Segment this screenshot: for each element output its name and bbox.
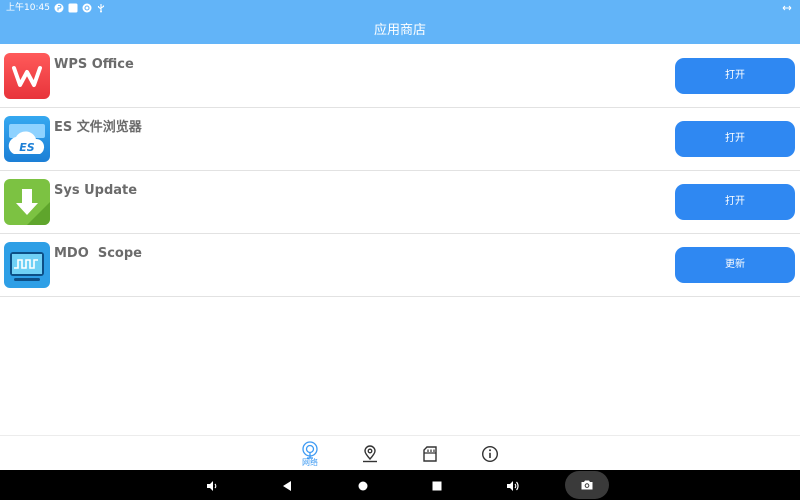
usb-icon <box>96 3 106 13</box>
app-bar: 应用商店 <box>0 16 800 44</box>
status-icons <box>54 3 106 13</box>
nav-item-location[interactable] <box>350 436 390 471</box>
circle-icon <box>82 3 92 13</box>
app-name: MDO Scope <box>54 246 142 261</box>
bottom-nav: 网络 <box>0 435 800 470</box>
expand-arrows-icon <box>782 3 792 13</box>
nav-label-network: 网络 <box>302 458 318 467</box>
mdo-scope-icon <box>4 242 50 288</box>
p-icon <box>54 3 64 13</box>
home-icon[interactable] <box>356 478 370 492</box>
es-file-explorer-icon: ES <box>4 116 50 162</box>
back-icon[interactable] <box>281 478 295 492</box>
nav-item-storage[interactable] <box>410 436 450 471</box>
app-name: WPS Office <box>54 57 134 72</box>
list-item: ES ES 文件浏览器 打开 <box>0 108 800 171</box>
page-title: 应用商店 <box>373 23 426 38</box>
open-button[interactable]: 打开 <box>675 184 795 220</box>
svg-text:ES: ES <box>19 141 35 154</box>
list-item: WPS Office 打开 <box>0 45 800 108</box>
volume-up-icon[interactable] <box>506 478 520 492</box>
screenshot-icon <box>581 480 593 490</box>
open-button[interactable]: 打开 <box>675 121 795 157</box>
storage-icon <box>421 445 439 463</box>
location-icon <box>361 445 379 463</box>
app-name: Sys Update <box>54 183 138 198</box>
system-nav-bar <box>0 470 800 500</box>
network-icon <box>301 441 319 459</box>
square-icon <box>68 3 78 13</box>
app-list: WPS Office 打开 ES ES 文件浏览器 打开 Sys Update … <box>0 45 800 297</box>
recents-icon[interactable] <box>430 478 444 492</box>
wps-icon <box>4 53 50 99</box>
nav-item-info[interactable] <box>470 436 510 471</box>
app-name: ES 文件浏览器 <box>54 120 142 135</box>
status-bar: 上午10:45 <box>0 0 800 16</box>
list-item: Sys Update 打开 <box>0 171 800 234</box>
volume-down-icon[interactable] <box>205 478 219 492</box>
nav-item-network[interactable]: 网络 <box>290 436 330 471</box>
info-icon <box>481 445 499 463</box>
open-button[interactable]: 打开 <box>675 58 795 94</box>
update-button[interactable]: 更新 <box>675 247 795 283</box>
sys-update-icon <box>4 179 50 225</box>
status-time: 上午10:45 <box>6 3 50 13</box>
screenshot-button[interactable] <box>565 471 609 499</box>
list-item: MDO Scope 更新 <box>0 234 800 297</box>
